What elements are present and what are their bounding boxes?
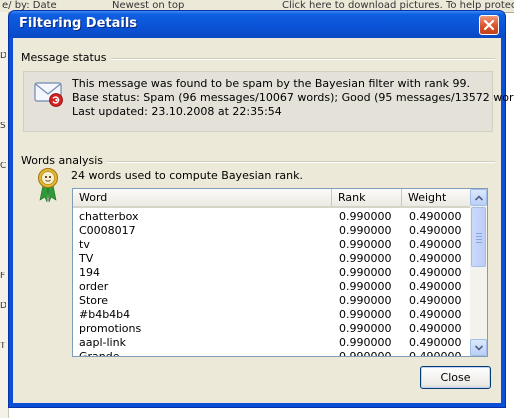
cell-rank: 0.990000 (339, 322, 392, 335)
scroll-down-button[interactable] (470, 339, 487, 356)
table-row[interactable]: Store 0.990000 0.490000 (73, 294, 471, 308)
cell-rank: 0.990000 (339, 210, 392, 223)
cell-word: chatterbox (79, 210, 139, 223)
cell-weight: 0.490000 (409, 336, 462, 349)
table-row[interactable]: chatterbox 0.990000 0.490000 (73, 210, 471, 224)
table-row[interactable]: Grande 0.990000 0.490000 (73, 350, 471, 357)
cell-rank: 0.990000 (339, 280, 392, 293)
table-row[interactable]: 194 0.990000 0.490000 (73, 266, 471, 280)
dialog-body: Message status This message was found to… (13, 38, 514, 403)
table-row[interactable]: promotions 0.990000 0.490000 (73, 322, 471, 336)
words-table-header: Word Rank Weight (73, 189, 471, 208)
cell-word: order (79, 280, 109, 293)
table-row[interactable]: order 0.990000 0.490000 (73, 280, 471, 294)
cell-weight: 0.490000 (409, 280, 462, 293)
words-table-body: chatterbox 0.990000 0.490000 C0008017 0.9900… (73, 210, 471, 357)
cell-rank: 0.990000 (339, 252, 392, 265)
cell-rank: 0.990000 (339, 336, 392, 349)
background-mark: D (0, 52, 6, 61)
cell-weight: 0.490000 (409, 350, 462, 357)
cell-rank: 0.990000 (339, 308, 392, 321)
cell-rank: 0.990000 (339, 350, 392, 357)
chevron-down-icon (474, 344, 483, 351)
message-status-panel: This message was found to be spam by the… (23, 71, 514, 132)
cell-word: #b4b4b4 (79, 308, 131, 321)
table-row[interactable]: tv 0.990000 0.490000 (73, 238, 471, 252)
message-status-heading: Message status (21, 51, 111, 64)
last-updated-text: Last updated: 23.10.2008 at 22:35:54 (72, 105, 282, 118)
cell-weight: 0.490000 (409, 210, 462, 223)
cell-word: Store (79, 294, 109, 307)
table-row[interactable]: aapl-link 0.990000 0.490000 (73, 336, 471, 350)
cell-word: TV (79, 252, 94, 265)
dialog-title-bar[interactable]: Filtering Details (9, 11, 505, 38)
cell-rank: 0.990000 (339, 238, 392, 251)
close-icon (483, 19, 495, 31)
cell-word: tv (79, 238, 90, 251)
background-mark: C (0, 162, 6, 171)
title-close-button[interactable] (479, 15, 499, 35)
filtering-details-dialog: Filtering Details Message status This me… (8, 10, 514, 408)
spam-envelope-icon (34, 82, 63, 107)
background-mark: D (0, 302, 6, 311)
cell-rank: 0.990000 (339, 294, 392, 307)
column-header-word[interactable]: Word (73, 189, 332, 206)
background-mark: T (0, 342, 6, 351)
words-analysis-heading: Words analysis (21, 154, 108, 167)
close-button[interactable]: Close (420, 366, 491, 389)
cell-word: C0008017 (79, 224, 136, 237)
column-header-weight[interactable]: Weight (402, 189, 471, 206)
words-used-summary: 24 words used to compute Bayesian rank. (71, 169, 303, 182)
cell-weight: 0.490000 (409, 294, 462, 307)
cell-word: 194 (79, 266, 100, 279)
cell-weight: 0.490000 (409, 308, 462, 321)
background-mark: S (0, 122, 6, 131)
spam-verdict-text: This message was found to be spam by the… (72, 77, 470, 90)
words-table-scrollbar[interactable] (470, 189, 487, 356)
cell-weight: 0.490000 (409, 252, 462, 265)
scroll-thumb[interactable] (471, 207, 486, 267)
cell-weight: 0.490000 (409, 266, 462, 279)
cell-word: Grande (79, 350, 120, 357)
table-row[interactable]: #b4b4b4 0.990000 0.490000 (73, 308, 471, 322)
cell-word: promotions (79, 322, 142, 335)
cell-rank: 0.990000 (339, 224, 392, 237)
award-badge-icon (38, 168, 58, 203)
cell-weight: 0.490000 (409, 238, 462, 251)
cell-word: aapl-link (79, 336, 126, 349)
background-mark: F (0, 272, 6, 281)
words-table[interactable]: Word Rank Weight chatterbox 0.990000 0.490… (72, 188, 488, 357)
cell-weight: 0.490000 (409, 224, 462, 237)
table-row[interactable]: TV 0.990000 0.490000 (73, 252, 471, 266)
table-row[interactable]: C0008017 0.990000 0.490000 (73, 224, 471, 238)
base-status-text: Base status: Spam (96 messages/10067 wor… (72, 91, 514, 104)
chevron-up-icon (474, 194, 483, 201)
scroll-up-button[interactable] (470, 189, 487, 206)
cell-rank: 0.990000 (339, 266, 392, 279)
cell-weight: 0.490000 (409, 322, 462, 335)
dialog-title: Filtering Details (19, 16, 138, 31)
column-header-rank[interactable]: Rank (332, 189, 402, 206)
